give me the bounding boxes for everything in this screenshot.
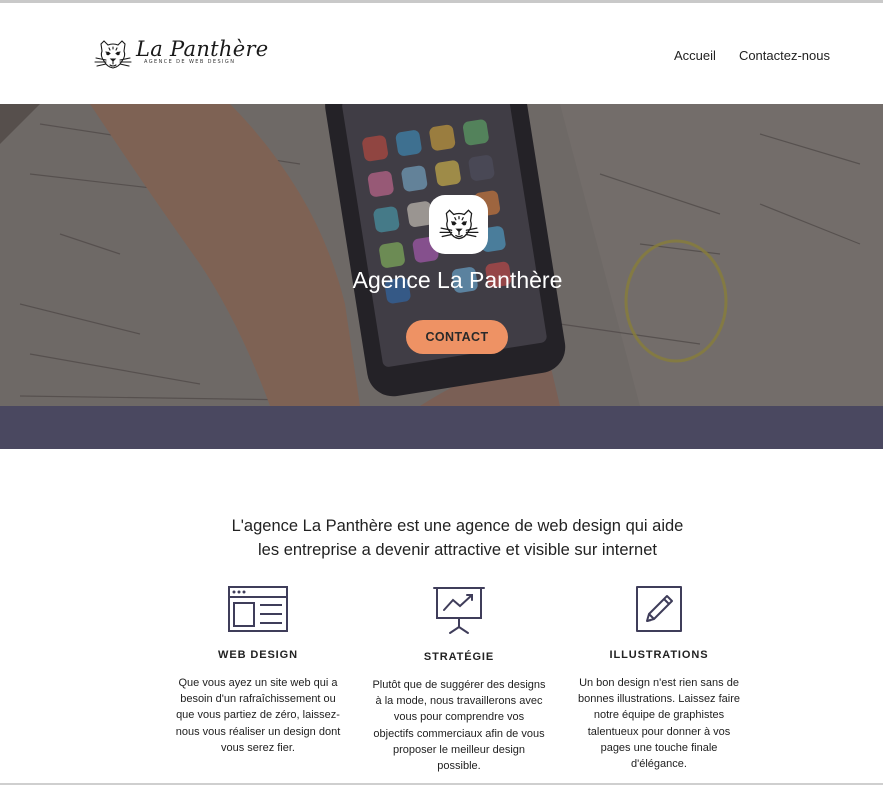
panther-head-icon	[438, 208, 479, 239]
hero-bottom-band	[0, 406, 883, 449]
feature-text-line: Plutôt que de suggérer des designs	[372, 679, 546, 691]
feature-text-line: que vous partiez de zéro, laissez-	[176, 709, 340, 722]
feature-text-line: Que vous ayez un site web qui a	[178, 677, 338, 689]
contact-button[interactable]: CONTACT	[406, 320, 508, 354]
logo-tagline: AGENCE DE WEB DESIGN	[144, 59, 236, 65]
site-logo[interactable]: La Panthère AGENCE DE WEB DESIGN	[93, 37, 268, 73]
feature-text-line: proposer le meilleur design	[392, 743, 526, 756]
feature-web-design: WEB DESIGN Que vous ayez un site web qui…	[168, 585, 348, 756]
feature-description: Plutôt que de suggérer des designs à la …	[369, 677, 549, 774]
feature-text-line: à la mode, nous travaillerons avec	[375, 695, 543, 708]
feature-strategie: STRATÉGIE Plutôt que de suggérer des des…	[369, 585, 549, 774]
main-nav: Accueil Contactez-nous	[674, 48, 830, 63]
feature-title: WEB DESIGN	[218, 649, 298, 661]
feature-illustrations: ILLUSTRATIONS Un bon design n'est rien s…	[569, 585, 749, 772]
feature-text-line: vous serez fier.	[221, 741, 295, 754]
feature-title: ILLUSTRATIONS	[609, 649, 709, 661]
logo-text: La Panthère AGENCE DE WEB DESIGN	[136, 37, 268, 73]
feature-text-line: talentueux pour donner à vos	[587, 725, 731, 738]
feature-text-line: possible.	[437, 760, 481, 773]
feature-text-line: Un bon design n'est rien sans de	[579, 677, 739, 689]
feature-text-line: pages une touche finale	[600, 741, 718, 754]
intro-line-2: les entreprise a devenir attractive et v…	[258, 541, 657, 559]
feature-description: Que vous ayez un site web qui a besoin d…	[168, 675, 348, 756]
hero-banner: Agence La Panthère CONTACT	[0, 104, 883, 406]
intro-line-1: L'agence La Panthère est une agence de w…	[231, 517, 684, 535]
intro-text: L'agence La Panthère est une agence de w…	[0, 514, 883, 562]
hero-dark-overlay	[0, 104, 883, 406]
feature-text-line: notre équipe de graphistes	[593, 709, 725, 722]
feature-text-line: vous pour comprendre vos	[393, 711, 525, 724]
pencil-icon	[636, 586, 682, 632]
browser-window-icon	[228, 586, 288, 632]
panther-head-icon	[94, 40, 132, 69]
site-header: La Panthère AGENCE DE WEB DESIGN Accueil…	[0, 3, 883, 104]
feature-text-line: nous vous réaliser un design dont	[175, 725, 341, 738]
nav-link-accueil[interactable]: Accueil	[674, 48, 716, 63]
feature-title: STRATÉGIE	[423, 651, 495, 663]
hero-logo-badge	[429, 195, 488, 254]
feature-text-line: objectifs commerciaux afin de vous	[373, 727, 545, 740]
feature-text-line: bonnes illustrations. Laissez faire	[577, 693, 741, 706]
feature-text-line: besoin d'un rafraîchissement ou	[180, 693, 336, 706]
hero-title: Agence La Panthère	[352, 267, 563, 293]
nav-link-contactez-nous[interactable]: Contactez-nous	[739, 48, 830, 63]
presentation-chart-icon	[433, 587, 485, 634]
logo-name: La Panthère	[136, 37, 269, 61]
feature-description: Un bon design n'est rien sans de bonnes …	[569, 675, 749, 772]
feature-text-line: d'élégance.	[631, 758, 687, 771]
